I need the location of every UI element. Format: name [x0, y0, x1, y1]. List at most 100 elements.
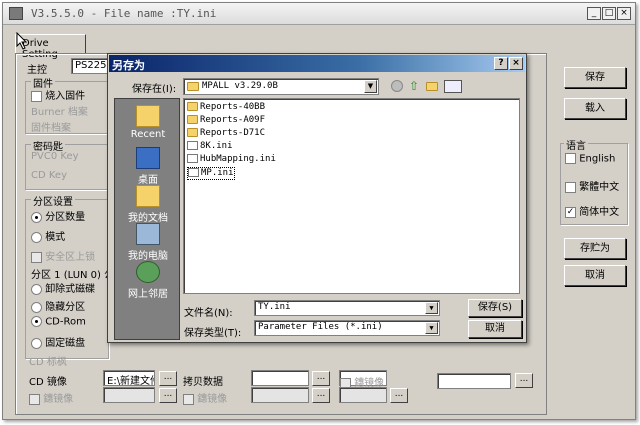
place-desktop[interactable]: 桌面: [115, 147, 181, 186]
cancel-button[interactable]: 取消: [564, 265, 626, 286]
controller-select[interactable]: PS2251-0: [71, 58, 111, 74]
back-icon[interactable]: [391, 80, 403, 92]
chevron-down-icon: ▼: [425, 302, 438, 314]
removable-label: 卸除式磁碟: [45, 284, 96, 295]
lang-english-label: English: [579, 153, 616, 165]
computer-icon: [136, 223, 160, 245]
copy-data-label: 拷贝数据: [183, 377, 223, 388]
save-as-dialog: 另存为 ? × 保存在(I): MPALL v3.29.0B ▼ ⇧ Recen…: [107, 53, 527, 343]
filename-input[interactable]: TY.ini ▼: [254, 300, 440, 316]
partition-count-label: 分区数量: [45, 212, 86, 223]
place-computer[interactable]: 我的电脑: [115, 223, 181, 262]
partition-group-label: 分区设置: [31, 193, 75, 208]
field-4[interactable]: [437, 373, 511, 389]
file-icon: [187, 141, 198, 150]
radio-icon: [31, 283, 42, 295]
close-button[interactable]: ×: [617, 7, 631, 20]
list-item[interactable]: MP.ini: [187, 167, 235, 180]
burn-firmware-checkbox[interactable]: 烧入固件: [31, 87, 85, 102]
hidden-label: 隐藏分区: [45, 302, 86, 313]
recent-folder-icon: [136, 105, 160, 127]
dialog-title-bar: 另存为 ? ×: [109, 55, 525, 72]
save-in-value: MPALL v3.29.0B: [202, 81, 278, 91]
save-as-button[interactable]: 存贮为: [564, 238, 626, 259]
filetype-select[interactable]: Parameter Files (*.ini) ▼: [254, 320, 440, 336]
field-3b[interactable]: [339, 387, 387, 403]
view-menu-icon[interactable]: [444, 80, 462, 93]
dialog-title: 另存为: [112, 59, 145, 72]
fixed-disk-label: 固定磁盘: [45, 338, 86, 349]
checkbox-icon: [31, 90, 42, 102]
lang-simplified-label: 简体中文: [579, 207, 620, 218]
mirror2-field[interactable]: [251, 387, 309, 403]
fixed-disk-radio[interactable]: 固定磁盘: [31, 334, 85, 349]
file-name: MP.ini: [201, 168, 234, 178]
file-list: Reports-40BB Reports-A09F Reports-D71C 8…: [183, 98, 520, 294]
filetype-value: Parameter Files (*.ini): [258, 322, 383, 332]
mode-radio[interactable]: 模式: [31, 228, 65, 243]
file-name: HubMapping.ini: [200, 154, 276, 164]
file-name: Reports-D71C: [200, 128, 266, 138]
controller-label: 主控: [27, 65, 47, 76]
mirror1-field[interactable]: [103, 387, 155, 403]
field-3b-browse-button[interactable]: ...: [390, 388, 408, 403]
filename-label: 文件名(N):: [184, 308, 233, 319]
place-documents[interactable]: 我的文档: [115, 185, 181, 224]
safe-lock-checkbox[interactable]: 安全区上锁: [31, 248, 95, 263]
dialog-save-button[interactable]: 保存(S): [468, 299, 522, 317]
list-item[interactable]: Reports-A09F: [187, 115, 265, 128]
filetype-label: 保存类型(T):: [184, 328, 242, 339]
save-button[interactable]: 保存: [564, 67, 626, 88]
file-icon: [188, 168, 199, 177]
place-recent-label: Recent: [130, 129, 166, 140]
file-name: 8K.ini: [200, 141, 233, 151]
burner-file-label: Burner 档案: [31, 107, 88, 118]
list-item[interactable]: HubMapping.ini: [187, 154, 276, 167]
removable-radio[interactable]: 卸除式磁碟: [31, 280, 95, 295]
cd-image-browse-button[interactable]: ...: [159, 371, 177, 386]
lang-english-checkbox[interactable]: English: [565, 153, 615, 165]
cdrom-radio[interactable]: CD-Rom: [31, 316, 86, 328]
new-folder-icon[interactable]: [426, 82, 438, 91]
partition-count-radio[interactable]: 分区数量: [31, 208, 85, 223]
list-item[interactable]: 8K.ini: [187, 141, 233, 154]
list-item[interactable]: Reports-D71C: [187, 128, 265, 141]
maximize-button[interactable]: □: [602, 7, 616, 20]
burn-firmware-label: 烧入固件: [45, 91, 86, 102]
chevron-down-icon: ▼: [364, 80, 377, 93]
pvc0-key-label: PVC0 Key: [31, 151, 79, 162]
main-title-bar: V3.5.5.0 - File name :TY.ini _ □ ×: [3, 3, 635, 25]
cd-image-field[interactable]: E:\新建文件: [103, 370, 155, 386]
mirror1-checkbox[interactable]: 鏸镜像: [29, 390, 73, 405]
file-icon: [187, 154, 198, 163]
checkbox-icon: [29, 393, 40, 405]
checkbox-icon: [31, 251, 42, 263]
field-4-browse-button[interactable]: ...: [515, 373, 533, 388]
minimize-button[interactable]: _: [587, 7, 601, 20]
hidden-radio[interactable]: 隐藏分区: [31, 298, 85, 313]
lang-traditional-checkbox[interactable]: 繁體中文: [565, 178, 619, 193]
place-recent[interactable]: Recent: [115, 105, 181, 140]
mouse-cursor-icon: [16, 32, 28, 50]
mode-label: 模式: [45, 232, 66, 243]
filename-value: TY.ini: [258, 302, 291, 312]
list-item[interactable]: Reports-40BB: [187, 102, 265, 115]
place-network-label: 网上邻居: [128, 289, 168, 300]
place-network[interactable]: 网上邻居: [115, 261, 181, 300]
cd-label-label: CD 标枫: [29, 357, 67, 368]
mirror2-checkbox[interactable]: 鏸镜像: [183, 390, 227, 405]
copy-data-field[interactable]: [251, 370, 309, 386]
app-icon: [9, 7, 23, 20]
dialog-cancel-button[interactable]: 取消: [468, 320, 522, 338]
up-folder-icon[interactable]: ⇧: [409, 79, 419, 93]
save-in-combo[interactable]: MPALL v3.29.0B ▼: [183, 78, 379, 95]
lang-simplified-checkbox[interactable]: ✓ 简体中文: [565, 203, 619, 218]
dialog-close-button[interactable]: ×: [509, 57, 523, 70]
help-button[interactable]: ?: [494, 57, 508, 70]
mirror2-browse-button[interactable]: ...: [312, 388, 330, 403]
load-button[interactable]: 载入: [564, 98, 626, 119]
copy-data-browse-button[interactable]: ...: [312, 371, 330, 386]
mirror1-browse-button[interactable]: ...: [159, 388, 177, 403]
radio-icon: [31, 211, 42, 223]
cd-image-label: CD 镜像: [29, 377, 67, 388]
